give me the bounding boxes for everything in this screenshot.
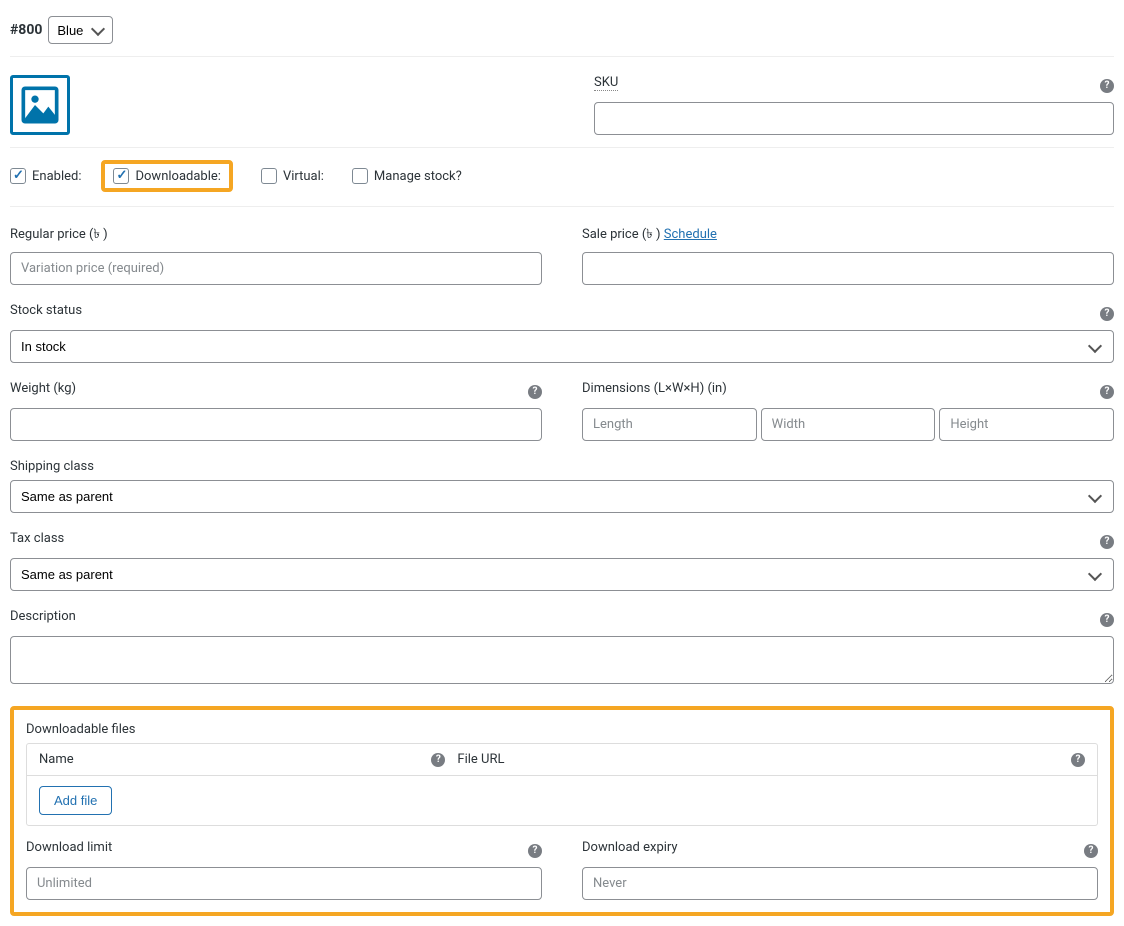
col-name-header: Name <box>39 752 74 767</box>
regular-price-label: Regular price (৳ ) <box>10 225 542 246</box>
variation-body: SKU ? Enabled: Downloadable: Virtual: Ma… <box>10 57 1114 916</box>
help-icon[interactable]: ? <box>1100 385 1114 399</box>
help-icon[interactable]: ? <box>1084 844 1098 858</box>
sku-input[interactable] <box>594 102 1114 135</box>
dimensions-label: Dimensions (L×W×H) (in) <box>582 381 727 396</box>
downloadable-files-label: Downloadable files <box>26 722 1098 737</box>
help-icon[interactable]: ? <box>431 753 445 767</box>
manage-stock-checkbox-item[interactable]: Manage stock? <box>352 168 462 184</box>
help-icon[interactable]: ? <box>1071 753 1085 767</box>
help-icon[interactable]: ? <box>528 385 542 399</box>
variation-header: #800 Blue <box>10 10 1114 57</box>
enabled-label: Enabled: <box>32 169 81 184</box>
shipping-class-label: Shipping class <box>10 459 1114 474</box>
stock-status-label: Stock status <box>10 303 82 318</box>
help-icon[interactable]: ? <box>1100 79 1114 93</box>
manage-stock-checkbox[interactable] <box>352 168 368 184</box>
shipping-class-select[interactable]: Same as parent <box>10 480 1114 513</box>
regular-price-input[interactable] <box>10 252 542 285</box>
virtual-label: Virtual: <box>283 169 324 184</box>
image-placeholder-icon <box>20 85 60 125</box>
downloadable-section-highlight: Downloadable files Name ? File URL ? Add… <box>10 706 1114 916</box>
virtual-checkbox-item[interactable]: Virtual: <box>261 168 324 184</box>
virtual-checkbox[interactable] <box>261 168 277 184</box>
weight-input[interactable] <box>10 408 542 441</box>
variation-image-upload[interactable] <box>10 75 70 135</box>
help-icon[interactable]: ? <box>1100 535 1114 549</box>
download-limit-input[interactable] <box>26 867 542 900</box>
tax-class-label: Tax class <box>10 531 64 546</box>
manage-stock-label: Manage stock? <box>374 169 462 184</box>
files-table: Name ? File URL ? Add file <box>26 743 1098 826</box>
stock-status-select[interactable]: In stock <box>10 330 1114 363</box>
add-file-button[interactable]: Add file <box>39 786 112 815</box>
download-limit-label: Download limit <box>26 840 112 855</box>
description-textarea[interactable] <box>10 636 1114 684</box>
length-input[interactable] <box>582 408 757 441</box>
description-label: Description <box>10 609 76 624</box>
enabled-checkbox[interactable] <box>10 168 26 184</box>
help-icon[interactable]: ? <box>1100 613 1114 627</box>
width-input[interactable] <box>761 408 936 441</box>
downloadable-highlight: Downloadable: <box>101 160 232 192</box>
sale-price-input[interactable] <box>582 252 1114 285</box>
schedule-link[interactable]: Schedule <box>664 227 717 242</box>
files-table-header: Name ? File URL ? <box>27 744 1097 776</box>
sku-label: SKU <box>594 75 618 90</box>
download-expiry-label: Download expiry <box>582 840 678 855</box>
download-expiry-input[interactable] <box>582 867 1098 900</box>
tax-class-select[interactable]: Same as parent <box>10 558 1114 591</box>
help-icon[interactable]: ? <box>528 844 542 858</box>
weight-label: Weight (kg) <box>10 381 76 396</box>
height-input[interactable] <box>939 408 1114 441</box>
variation-id: #800 <box>10 22 42 38</box>
attribute-select[interactable]: Blue <box>48 16 113 44</box>
downloadable-label: Downloadable: <box>135 169 220 184</box>
help-icon[interactable]: ? <box>1100 307 1114 321</box>
checkbox-row: Enabled: Downloadable: Virtual: Manage s… <box>10 147 1114 207</box>
sale-price-label: Sale price (৳ ) Schedule <box>582 225 1114 246</box>
enabled-checkbox-item[interactable]: Enabled: <box>10 168 81 184</box>
col-url-header: File URL <box>457 752 504 767</box>
downloadable-checkbox-item[interactable]: Downloadable: <box>113 168 220 184</box>
downloadable-checkbox[interactable] <box>113 168 129 184</box>
